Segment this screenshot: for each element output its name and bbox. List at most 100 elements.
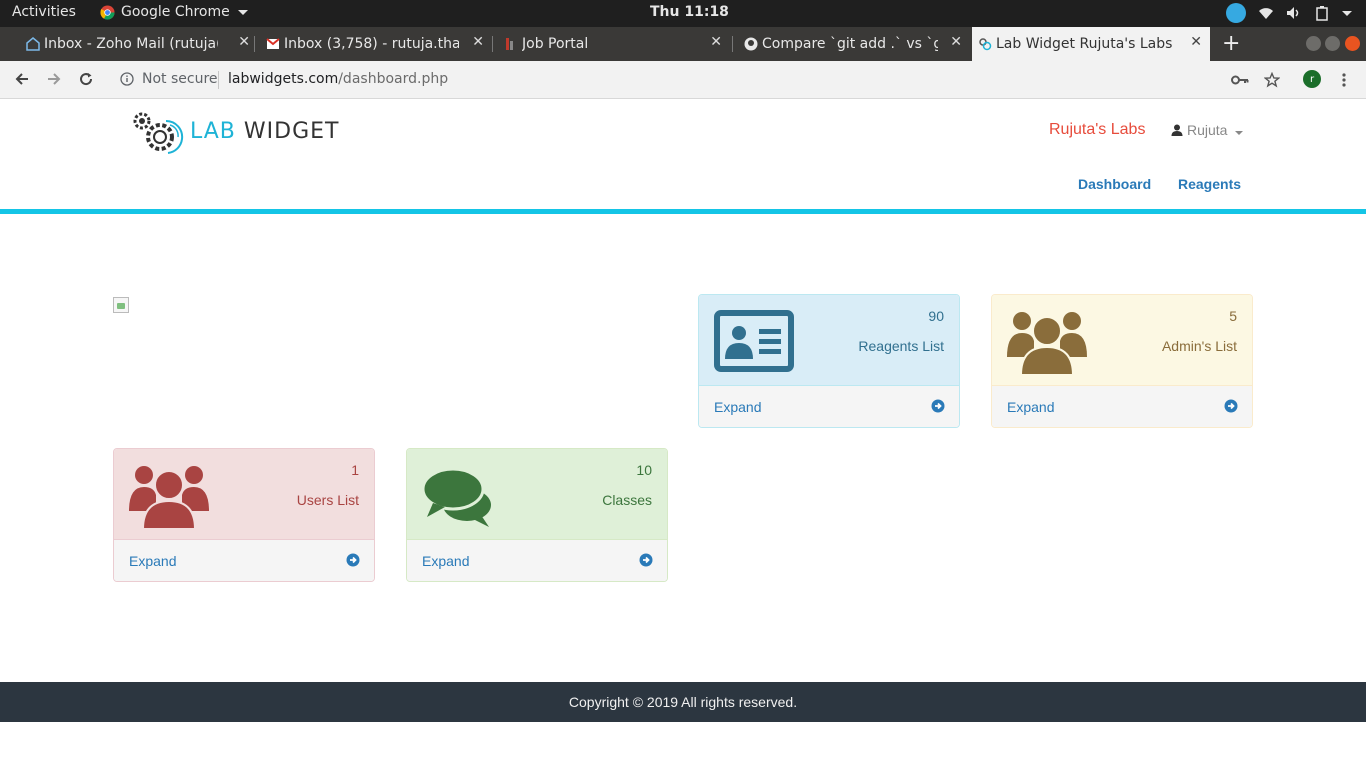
reload-icon <box>80 73 93 86</box>
reagents-panel: 90 Reagents List Expand <box>698 294 960 428</box>
classes-count: 10 <box>636 462 652 478</box>
more-vert-icon <box>1342 73 1346 87</box>
tab-job-portal[interactable]: Job Portal ✕ <box>498 27 730 61</box>
admins-label: Admin's List <box>1161 338 1237 354</box>
site-logo[interactable]: LAB WIDGET <box>130 107 339 155</box>
arrow-circle-right-icon[interactable] <box>931 399 945 413</box>
url-path: /dashboard.php <box>338 71 449 87</box>
battery-icon[interactable] <box>1314 5 1330 21</box>
panel-heading: 1 Users List <box>114 449 374 540</box>
classes-panel: 10 Classes Expand <box>406 448 668 582</box>
panel-heading: 5 Admin's List <box>992 295 1252 386</box>
lab-name[interactable]: Rujuta's Labs <box>1049 121 1145 139</box>
skype-icon[interactable] <box>1226 3 1246 23</box>
activities-button[interactable]: Activities <box>12 4 76 20</box>
reload-button[interactable] <box>76 69 96 89</box>
users-label: Users List <box>296 492 359 508</box>
admins-expand-link[interactable]: Expand <box>1007 399 1054 415</box>
zoho-mail-icon <box>26 37 40 51</box>
site-info-button[interactable]: Not secure <box>120 71 218 87</box>
classes-expand-link[interactable]: Expand <box>422 553 469 569</box>
user-menu-dropdown[interactable]: Rujuta <box>1171 122 1244 138</box>
tab-gmail[interactable]: Inbox (3,758) - rutuja.thak ✕ <box>260 27 492 61</box>
logo-text: LAB WIDGET <box>190 118 340 144</box>
chevron-down-icon[interactable] <box>1342 10 1352 16</box>
panel-footer[interactable]: Expand <box>699 386 959 427</box>
github-icon <box>744 37 758 51</box>
gears-logo-icon <box>133 112 184 154</box>
arrow-circle-right-icon[interactable] <box>1224 399 1238 413</box>
close-icon[interactable]: ✕ <box>472 34 484 50</box>
panel-footer[interactable]: Expand <box>992 386 1252 427</box>
caret-down-icon <box>1235 131 1244 135</box>
panel-heading: 90 Reagents List <box>699 295 959 386</box>
users-count: 1 <box>351 462 359 478</box>
system-tray[interactable] <box>1226 3 1352 23</box>
classes-label: Classes <box>602 492 652 508</box>
bookmark-button[interactable] <box>1262 70 1282 90</box>
reagents-expand-link[interactable]: Expand <box>714 399 761 415</box>
close-icon[interactable]: ✕ <box>238 34 250 50</box>
user-icon <box>1171 124 1183 136</box>
app-name: Google Chrome <box>121 4 230 20</box>
arrow-right-icon <box>48 73 61 85</box>
new-tab-button[interactable]: + <box>1222 31 1240 56</box>
copyright-text: Copyright © 2019 All rights reserved. <box>568 694 798 710</box>
tab-github-compare[interactable]: Compare `git add .` vs `gi ✕ <box>738 27 970 61</box>
volume-icon[interactable] <box>1286 5 1302 21</box>
os-top-bar: Activities Google Chrome Thu 11:18 <box>0 0 1366 27</box>
url-host: labwidgets.com <box>228 71 339 87</box>
tab-strip: Inbox - Zoho Mail (rutuja( ✕ Inbox (3,75… <box>0 27 1366 61</box>
security-label: Not secure <box>142 71 218 87</box>
password-key-button[interactable] <box>1230 70 1250 90</box>
admins-panel: 5 Admin's List Expand <box>991 294 1253 428</box>
close-icon[interactable]: ✕ <box>1190 34 1202 50</box>
comments-icon <box>421 467 491 527</box>
star-icon <box>1264 72 1280 88</box>
users-expand-link[interactable]: Expand <box>129 553 176 569</box>
wifi-icon[interactable] <box>1258 5 1274 21</box>
close-window-button[interactable] <box>1345 36 1360 51</box>
maximize-button[interactable] <box>1325 36 1340 51</box>
users-panel: 1 Users List Expand <box>113 448 375 582</box>
back-button[interactable] <box>12 69 32 89</box>
tab-zoho-mail[interactable]: Inbox - Zoho Mail (rutuja( ✕ <box>20 27 258 61</box>
tab-lab-widget[interactable]: Lab Widget Rujuta's Labs ✕ <box>972 27 1210 61</box>
nav-reagents[interactable]: Reagents <box>1178 176 1241 192</box>
panel-footer[interactable]: Expand <box>407 540 667 581</box>
chevron-down-icon <box>237 9 248 15</box>
forward-button[interactable] <box>44 69 64 89</box>
reagents-label: Reagents List <box>858 338 944 354</box>
tab-divider <box>732 36 733 52</box>
admins-count: 5 <box>1229 308 1237 324</box>
close-icon[interactable]: ✕ <box>710 34 722 50</box>
profile-avatar[interactable]: r <box>1303 70 1321 88</box>
arrow-circle-right-icon[interactable] <box>346 553 360 567</box>
user-name: Rujuta <box>1187 122 1228 138</box>
id-card-icon <box>714 310 794 372</box>
arrow-left-icon <box>15 73 28 85</box>
panel-footer[interactable]: Expand <box>114 540 374 581</box>
gmail-icon <box>266 38 280 49</box>
chrome-menu-button[interactable] <box>1334 70 1354 90</box>
tab-divider <box>492 36 493 52</box>
browser-toolbar: Not secure labwidgets.com/dashboard.php <box>0 61 1366 99</box>
broken-image-icon <box>113 297 129 313</box>
chrome-icon <box>100 4 115 20</box>
clock[interactable]: Thu 11:18 <box>650 4 729 20</box>
address-bar[interactable]: labwidgets.com/dashboard.php <box>228 71 448 87</box>
minimize-button[interactable] <box>1306 36 1321 51</box>
site-footer: Copyright © 2019 All rights reserved. <box>0 682 1366 722</box>
panel-heading: 10 Classes <box>407 449 667 540</box>
info-icon <box>120 72 134 86</box>
key-icon <box>1231 75 1249 85</box>
arrow-circle-right-icon[interactable] <box>639 553 653 567</box>
app-menu[interactable]: Google Chrome <box>100 4 248 20</box>
lab-widget-icon <box>979 38 992 51</box>
url-divider <box>218 71 219 89</box>
users-icon <box>129 466 209 529</box>
users-icon <box>1007 312 1087 375</box>
nav-dashboard[interactable]: Dashboard <box>1078 176 1151 192</box>
reagents-count: 90 <box>928 308 944 324</box>
close-icon[interactable]: ✕ <box>950 34 962 50</box>
